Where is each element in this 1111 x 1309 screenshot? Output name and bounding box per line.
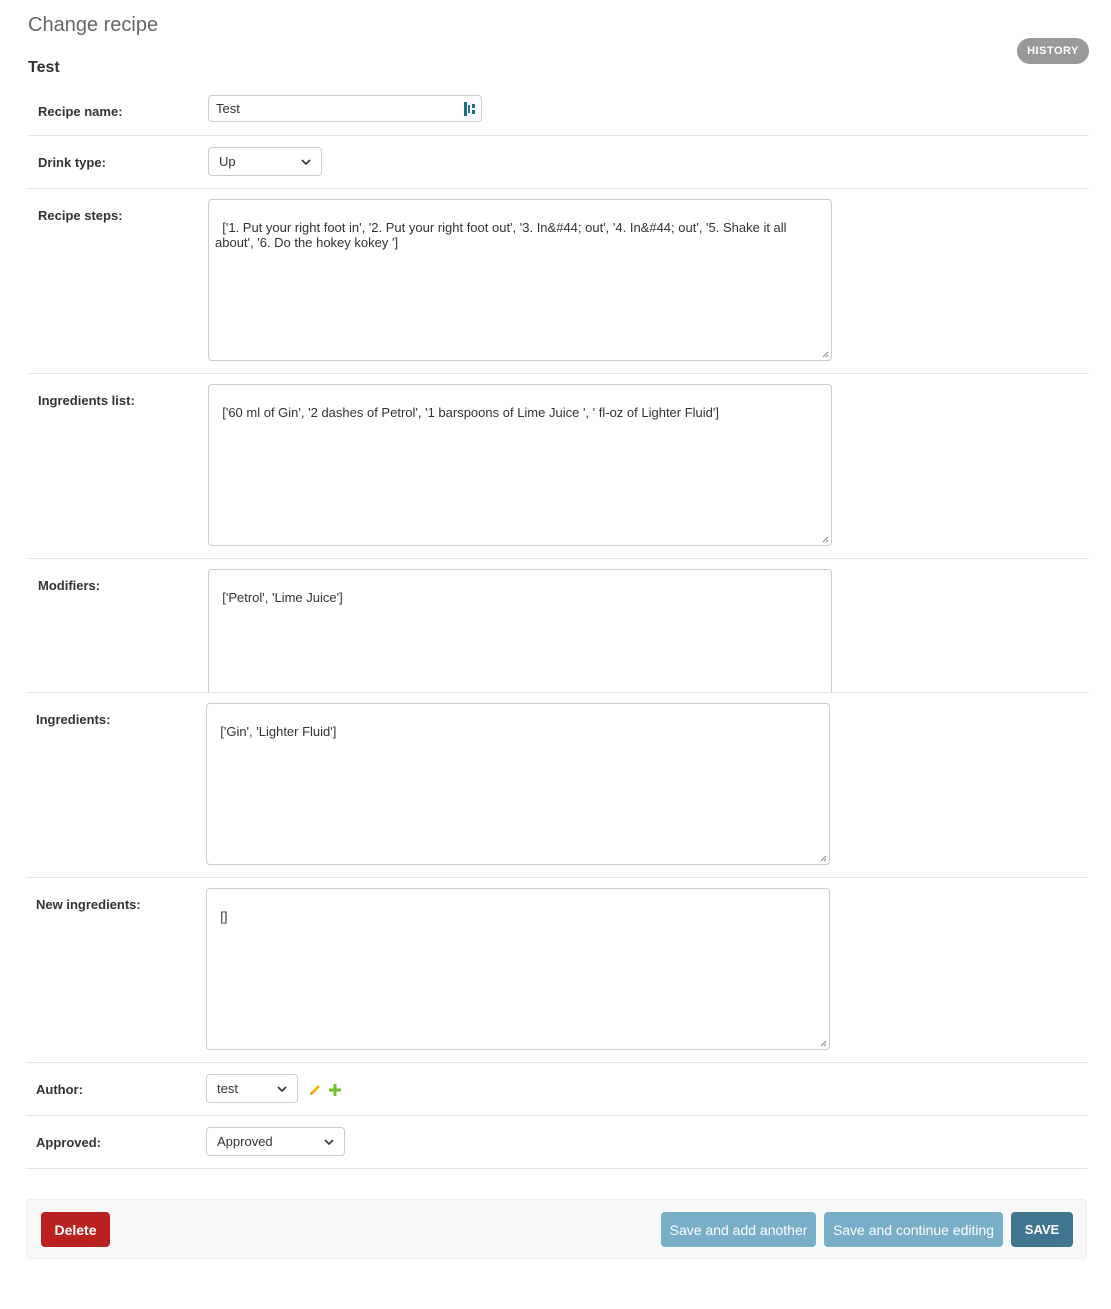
recipe-name-value: Test [216,101,240,116]
resize-handle-icon[interactable] [820,1040,827,1047]
form-row-author [26,1063,1087,1116]
page-title: Change recipe [28,14,159,36]
form-row-recipe-name [28,89,1089,136]
new-ingredients-label: New ingredients: [36,897,141,912]
form-row-approved [26,1116,1087,1169]
new-ingredients-value: [] [220,909,228,924]
approved-selected: Approved [217,1134,273,1149]
chevron-down-icon [277,1085,287,1092]
author-label: Author: [36,1082,83,1097]
pencil-icon[interactable] [308,1083,322,1097]
resize-handle-icon[interactable] [822,536,829,543]
modifiers-value: ['Petrol', 'Lime Juice'] [222,590,343,605]
recipe-steps-label: Recipe steps: [38,208,123,223]
ingredients-list-value: ['60 ml of Gin', '2 dashes of Petrol', '… [222,405,719,420]
drink-type-selected: Up [219,154,236,169]
ingredients-textarea[interactable]: ['Gin', 'Lighter Fluid'] [206,703,830,865]
new-ingredients-textarea[interactable]: [] [206,888,830,1050]
password-manager-icon[interactable] [464,102,475,116]
save-and-continue-button[interactable]: Save and continue editing [824,1212,1003,1247]
recipe-steps-value: ['1. Put your right foot in', '2. Put yo… [215,220,791,250]
history-button[interactable]: HISTORY [1017,38,1089,64]
chevron-down-icon [324,1138,334,1145]
approved-label: Approved: [36,1135,101,1150]
delete-button[interactable]: Delete [41,1212,110,1247]
resize-handle-icon[interactable] [820,855,827,862]
drink-type-label: Drink type: [38,155,106,170]
ingredients-list-label: Ingredients list: [38,393,135,408]
author-selected: test [217,1081,238,1096]
approved-select[interactable]: Approved [206,1127,345,1156]
save-button[interactable]: SAVE [1011,1212,1073,1247]
modifiers-textarea[interactable]: ['Petrol', 'Lime Juice'] [208,569,832,692]
recipe-name-input[interactable]: Test [208,95,482,122]
resize-handle-icon[interactable] [822,351,829,358]
ingredients-value: ['Gin', 'Lighter Fluid'] [220,724,337,739]
ingredients-label: Ingredients: [36,712,111,727]
submit-row: Delete Save and add another Save and con… [26,1199,1087,1259]
modifiers-label: Modifiers: [38,578,101,593]
ingredients-list-textarea[interactable]: ['60 ml of Gin', '2 dashes of Petrol', '… [208,384,832,546]
plus-icon[interactable] [328,1083,342,1097]
drink-type-select[interactable]: Up [208,147,322,176]
chevron-down-icon [301,158,311,165]
save-and-add-another-button[interactable]: Save and add another [661,1212,816,1247]
form-row-drink-type [28,136,1089,189]
recipe-name-label: Recipe name: [38,104,123,119]
recipe-steps-textarea[interactable]: ['1. Put your right foot in', '2. Put yo… [208,199,832,361]
author-select[interactable]: test [206,1074,298,1103]
object-title: Test [28,59,60,76]
